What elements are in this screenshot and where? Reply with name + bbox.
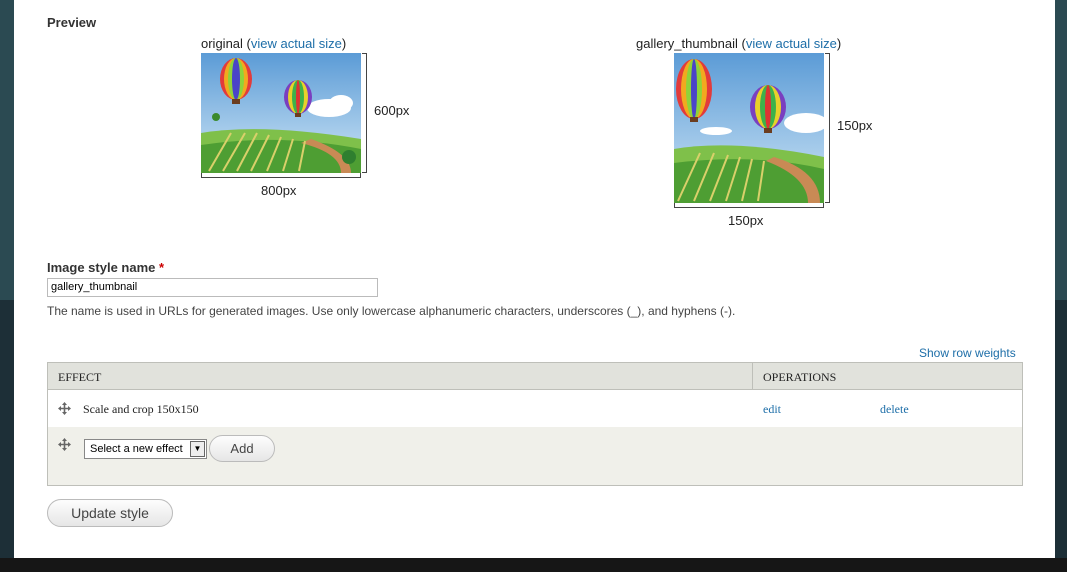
derivative-preview-image[interactable] xyxy=(674,53,824,203)
drag-handle-icon[interactable] xyxy=(58,438,71,451)
show-row-weights-link[interactable]: Show row weights xyxy=(919,346,1016,360)
content-panel: Preview original (view actual size) 600p… xyxy=(14,0,1055,558)
original-view-link[interactable]: view actual size xyxy=(251,36,342,51)
preview-heading: Preview xyxy=(47,15,97,30)
original-label: original xyxy=(201,36,243,51)
edit-effect-link[interactable]: edit xyxy=(763,402,781,417)
original-width-label: 800px xyxy=(261,183,297,198)
image-style-name-help: The name is used in URLs for generated i… xyxy=(47,304,736,318)
background-strip xyxy=(0,558,1067,572)
derivative-width-marker xyxy=(674,203,824,208)
derivative-width-label: 150px xyxy=(728,213,764,228)
image-style-name-label: Image style name * xyxy=(47,260,164,275)
original-height-marker xyxy=(362,53,367,173)
derivative-height-label: 150px xyxy=(837,118,873,133)
original-caption: original (view actual size) xyxy=(201,36,347,51)
original-preview-image[interactable] xyxy=(201,53,361,173)
image-style-name-input[interactable]: gallery_thumbnail xyxy=(47,278,378,297)
derivative-label: gallery_thumbnail xyxy=(636,36,738,51)
chevron-down-icon: ▼ xyxy=(190,441,205,457)
effects-table: Effect Operations Scale and crop 150x150… xyxy=(47,362,1023,486)
new-effect-select-value: Select a new effect xyxy=(90,443,183,455)
header-divider xyxy=(752,363,753,389)
add-effect-button[interactable]: Add xyxy=(209,435,275,462)
operations-column-header: Operations xyxy=(763,370,837,384)
original-height-label: 600px xyxy=(374,103,410,118)
derivative-view-link[interactable]: view actual size xyxy=(746,36,837,51)
table-row: Scale and crop 150x150 edit delete xyxy=(48,390,1022,427)
effect-column-header: Effect xyxy=(58,370,102,384)
required-marker: * xyxy=(159,260,165,275)
derivative-height-marker xyxy=(825,53,830,203)
table-header: Effect Operations xyxy=(48,363,1022,390)
new-effect-row: Select a new effect ▼ Add xyxy=(48,427,1022,485)
original-width-marker xyxy=(201,173,361,178)
derivative-caption: gallery_thumbnail (view actual size) xyxy=(636,36,842,51)
update-style-button[interactable]: Update style xyxy=(47,499,173,527)
delete-effect-link[interactable]: delete xyxy=(880,402,909,417)
drag-handle-icon[interactable] xyxy=(58,402,71,415)
new-effect-select[interactable]: Select a new effect ▼ xyxy=(84,439,207,459)
image-style-name-text: Image style name xyxy=(47,260,156,275)
effect-name: Scale and crop 150x150 xyxy=(83,402,199,416)
